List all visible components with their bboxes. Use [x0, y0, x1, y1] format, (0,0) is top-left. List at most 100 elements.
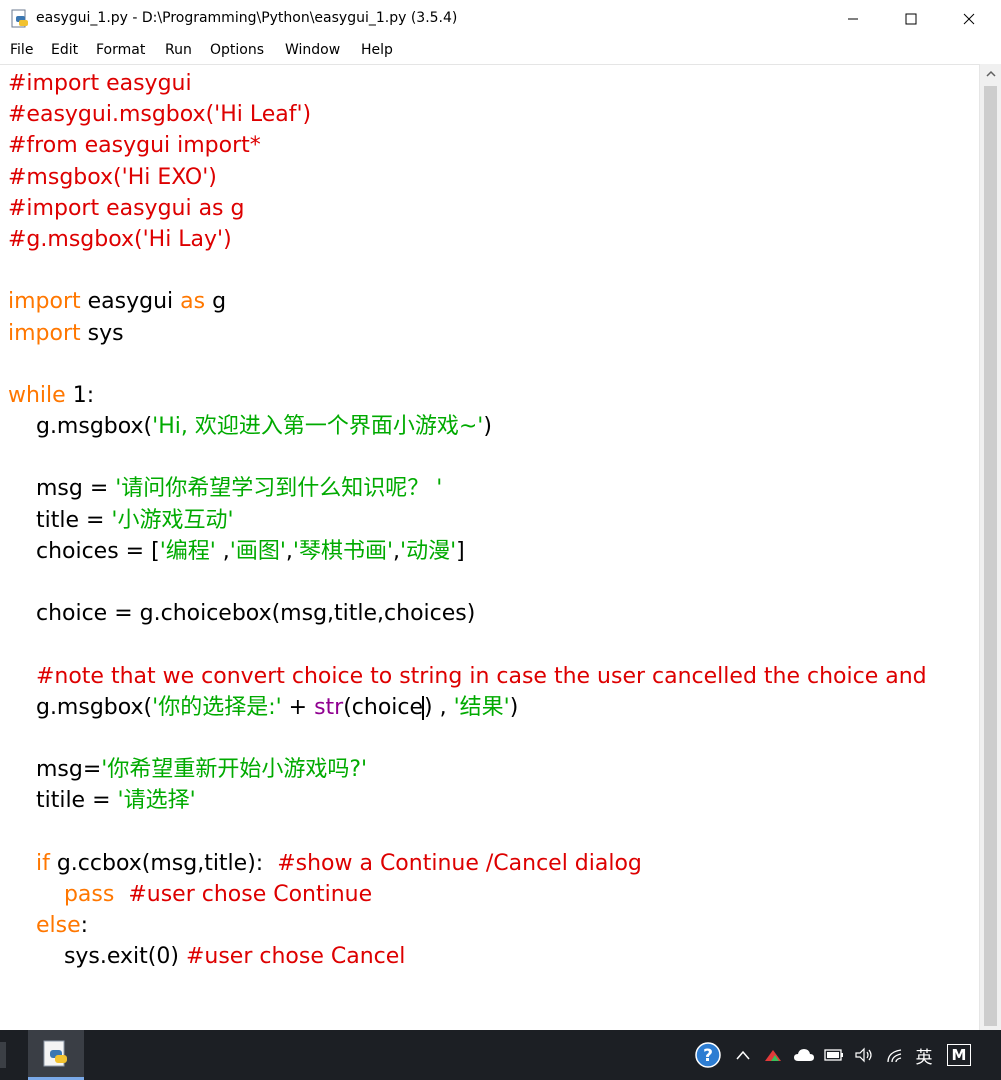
vertical-scrollbar[interactable] [979, 64, 1001, 1030]
code-line[interactable]: import sys [8, 318, 927, 349]
idle-app-icon [43, 1040, 67, 1066]
maximize-icon [905, 13, 917, 25]
code-line[interactable]: #note that we convert choice to string i… [8, 661, 927, 692]
code-token-comment: #user chose Continue [128, 881, 373, 907]
code-token-keyword: if [35, 850, 50, 876]
scroll-thumb[interactable] [984, 86, 997, 1026]
menu-help[interactable]: Help [361, 42, 393, 58]
code-line[interactable] [8, 349, 927, 380]
code-editor[interactable]: #import easygui #easygui.msgbox('Hi Leaf'… [0, 64, 979, 1031]
chevron-up-icon [736, 1050, 750, 1060]
code-token-default: g.ccbox(msg,title): [49, 850, 278, 876]
chevron-up-icon [986, 70, 996, 77]
code-token-default: g.msgbox( [8, 414, 153, 440]
menu-run[interactable]: Run [165, 42, 192, 58]
code-token-default [8, 851, 36, 876]
code-token-string: '结果' [453, 694, 510, 720]
code-token-comment: #g.msgbox('Hi Lay') [8, 226, 232, 252]
code-line[interactable]: choices = ['编程' ,'画图','琴棋书画','动漫'] [8, 536, 927, 567]
code-line[interactable]: while 1: [8, 380, 927, 411]
code-line[interactable]: #import easygui as g [8, 193, 927, 224]
code-token-default: , [215, 538, 230, 564]
battery-tray-icon[interactable] [823, 1043, 845, 1067]
code-token-comment: #note that we convert choice to string i… [8, 663, 927, 689]
code-line[interactable]: title = '小游戏互动' [8, 505, 927, 536]
code-line[interactable]: g.msgbox('Hi, 欢迎进入第一个界面小游戏~') [8, 411, 927, 442]
code-line[interactable]: #import easygui [8, 68, 927, 99]
code-token-default: g [205, 289, 227, 315]
code-token-keyword: else [35, 913, 81, 939]
show-hidden-icons-button[interactable] [733, 1043, 753, 1067]
close-button[interactable] [940, 0, 998, 38]
code-line[interactable]: pass #user chose Continue [8, 879, 927, 910]
code-token-default: + [281, 694, 315, 720]
scroll-up-arrow[interactable] [980, 64, 1001, 84]
code-token-comment: #show a Continue /Cancel dialog [277, 850, 642, 876]
speaker-icon [855, 1047, 872, 1063]
code-token-keyword: import [8, 289, 81, 315]
idle-taskbar-button[interactable] [28, 1030, 84, 1080]
taskbar: ? 英 M [0, 1030, 1001, 1080]
code-line[interactable]: #g.msgbox('Hi Lay') [8, 224, 927, 255]
code-token-default [114, 882, 128, 907]
code-line[interactable] [8, 723, 927, 754]
code-token-default: easygui [80, 289, 181, 315]
code-line[interactable]: sys.exit(0) #user chose Cancel [8, 941, 927, 972]
menu-edit[interactable]: Edit [51, 42, 78, 58]
m-tray-icon[interactable]: M [946, 1043, 972, 1067]
code-token-default: sys.exit(0) [8, 944, 186, 970]
code-line[interactable] [8, 817, 927, 848]
menu-file[interactable]: File [10, 42, 33, 58]
code-token-default: choices = [ [8, 538, 160, 564]
code-line[interactable] [8, 629, 927, 660]
code-token-default: choice = g.choicebox(msg,title,choices) [8, 601, 476, 627]
code-line[interactable]: g.msgbox('你的选择是:' + str(choice) , '结果') [8, 692, 927, 723]
app-tray-icon[interactable] [762, 1043, 784, 1067]
code-token-string: '你希望重新开始小游戏吗?' [101, 757, 368, 783]
network-tray-icon[interactable] [884, 1043, 906, 1067]
code-token-default: ] [456, 538, 465, 564]
code-token-default: msg= [8, 757, 102, 783]
triangle-app-icon [765, 1050, 781, 1061]
code-line[interactable]: #from easygui import* [8, 130, 927, 161]
code-line[interactable] [8, 442, 927, 473]
code-token-string: '请选择' [117, 788, 196, 814]
code-token-default: title = [8, 507, 112, 533]
close-icon [963, 13, 975, 25]
code-line[interactable]: msg = '请问你希望学习到什么知识呢？ ' [8, 473, 927, 504]
code-line[interactable]: else: [8, 910, 927, 941]
cloud-tray-icon[interactable] [792, 1043, 816, 1067]
code-token-default: , [393, 538, 401, 564]
code-token-keyword: as [180, 289, 206, 315]
code-line[interactable]: titile = '请选择' [8, 785, 927, 816]
m-icon: M [947, 1044, 971, 1066]
menu-bar: File Edit Format Run Options Window Help [0, 38, 1001, 64]
code-token-string: '动漫' [400, 538, 457, 564]
ime-indicator[interactable]: 英 [912, 1043, 936, 1068]
code-token-default: ) [509, 694, 519, 720]
code-line[interactable] [8, 567, 927, 598]
code-line[interactable]: choice = g.choicebox(msg,title,choices) [8, 598, 927, 629]
code-line[interactable] [8, 255, 927, 286]
code-text[interactable]: #import easygui #easygui.msgbox('Hi Leaf'… [8, 68, 927, 972]
maximize-button[interactable] [882, 0, 940, 38]
code-token-default: sys [80, 320, 124, 346]
menu-window[interactable]: Window [285, 42, 340, 58]
code-line[interactable]: msg='你希望重新开始小游戏吗?' [8, 754, 927, 785]
code-line[interactable]: import easygui as g [8, 286, 927, 317]
help-tray-item[interactable]: ? [693, 1042, 723, 1068]
code-line[interactable]: #easygui.msgbox('Hi Leaf') [8, 99, 927, 130]
code-token-comment: #msgbox('Hi EXO') [8, 164, 217, 190]
minimize-button[interactable] [824, 0, 882, 38]
menu-options[interactable]: Options [210, 42, 264, 58]
volume-tray-icon[interactable] [853, 1043, 875, 1067]
taskbar-edge [0, 1042, 6, 1068]
code-line[interactable]: if g.ccbox(msg,title): #show a Continue … [8, 848, 927, 879]
code-token-default: g.msgbox( [8, 694, 153, 720]
code-token-keyword: import [8, 320, 81, 346]
menu-format[interactable]: Format [96, 42, 145, 58]
code-token-default: ) , [424, 694, 454, 720]
code-line[interactable]: #msgbox('Hi EXO') [8, 162, 927, 193]
title-bar: easygui_1.py - D:\Programming\Python\eas… [0, 0, 1001, 38]
code-token-comment: #import easygui as g [8, 195, 245, 221]
